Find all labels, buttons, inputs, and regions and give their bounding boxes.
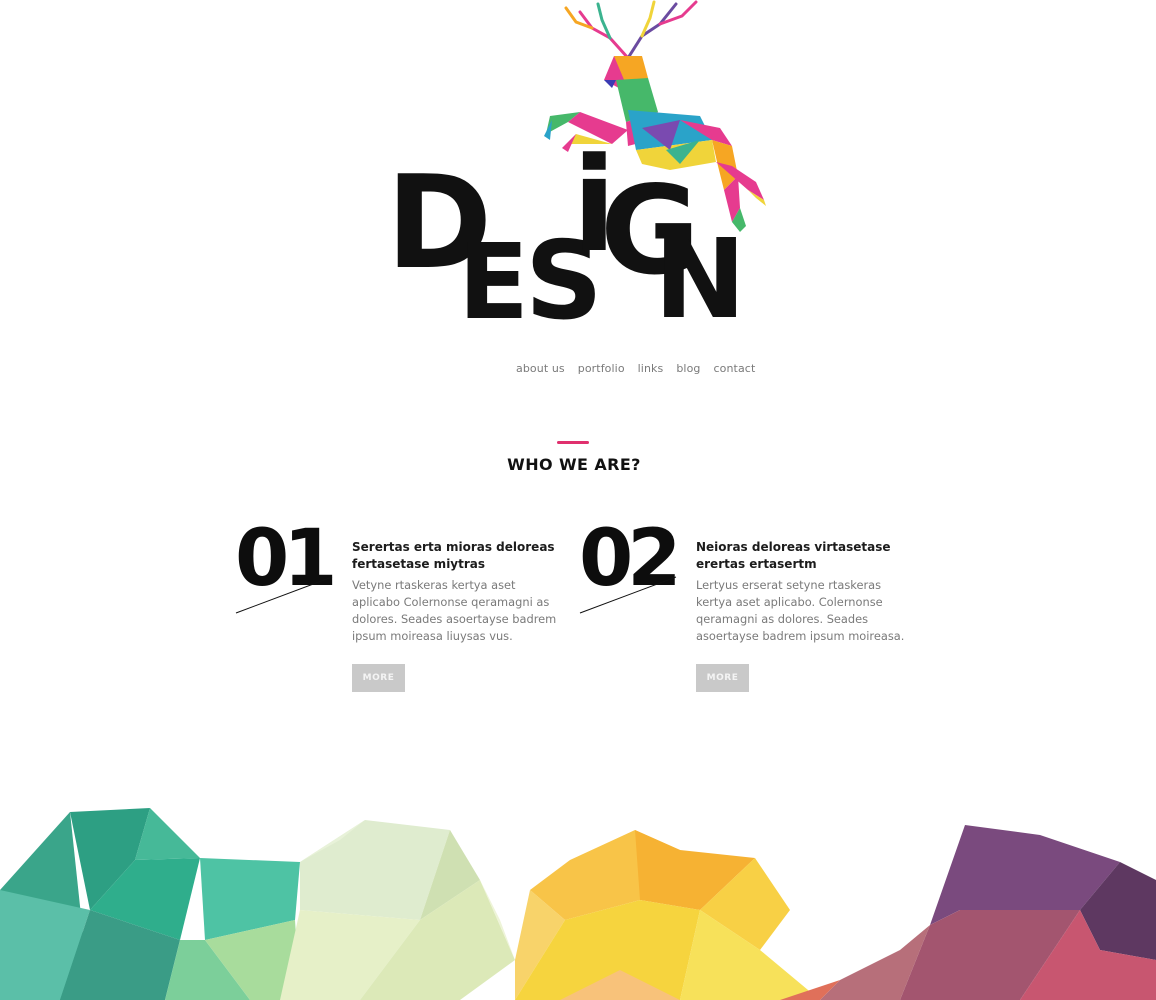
feature-card-01: 01 Serertas erta mioras deloreas fertase… — [235, 520, 575, 700]
main-nav: about us portfolio links blog contact — [516, 362, 755, 375]
yellow-mountain — [515, 830, 820, 1000]
purple-mountain — [780, 825, 1156, 1000]
logo-letter-e: E — [458, 221, 530, 343]
section-title: WHO WE ARE? — [507, 455, 641, 474]
low-poly-landscape — [0, 808, 1156, 1000]
nav-link-contact[interactable]: contact — [714, 362, 756, 375]
nav-link-about-us[interactable]: about us — [516, 362, 565, 375]
more-button[interactable]: MORE — [352, 664, 405, 692]
section-accent-bar — [557, 441, 589, 444]
design-logo: D E S i G N — [380, 0, 780, 340]
teal-mountain — [0, 808, 300, 1000]
feature-title: Neioras deloreas virtasetase erertas ert… — [696, 540, 891, 571]
nav-link-links[interactable]: links — [638, 362, 664, 375]
diagonal-line — [579, 576, 677, 614]
nav-link-portfolio[interactable]: portfolio — [578, 362, 625, 375]
feature-card-02: 02 Neioras deloreas virtasetase erertas … — [579, 520, 919, 700]
pale-green-mountain — [280, 820, 515, 1000]
feature-text: Vetyne rtaskeras kertya aset aplicabo Co… — [352, 578, 557, 643]
diagonal-line — [235, 576, 333, 614]
feature-text: Lertyus erserat setyne rtaskeras kertya … — [696, 578, 905, 643]
feature-title: Serertas erta mioras deloreas fertasetas… — [352, 540, 555, 571]
more-button[interactable]: MORE — [696, 664, 749, 692]
logo-letter-n: N — [654, 215, 747, 343]
nav-link-blog[interactable]: blog — [676, 362, 700, 375]
